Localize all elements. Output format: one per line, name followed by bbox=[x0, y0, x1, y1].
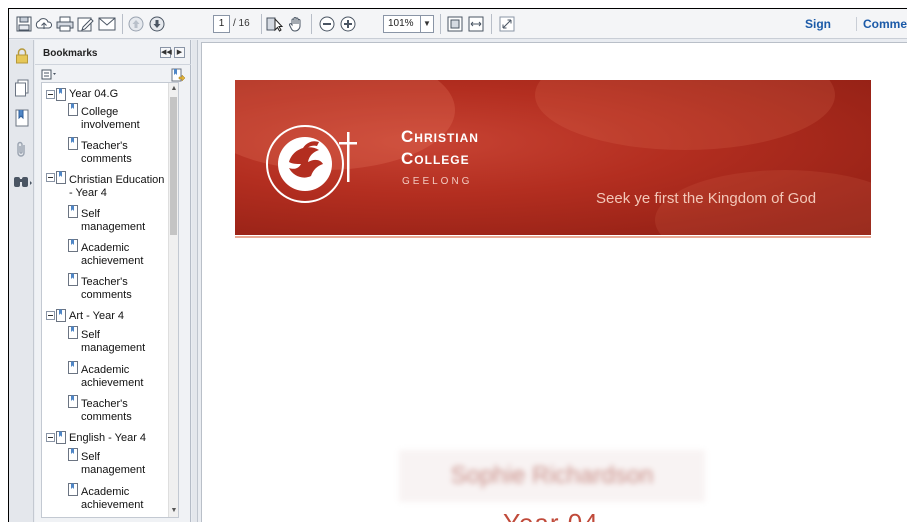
bookmark-label: Teacher's comments bbox=[81, 398, 132, 423]
comment-button[interactable]: Comment bbox=[856, 17, 907, 31]
save-icon[interactable] bbox=[15, 14, 33, 34]
panel-splitter[interactable] bbox=[192, 40, 198, 522]
collapse-toggle-icon[interactable] bbox=[46, 173, 55, 186]
bookmark-icon bbox=[68, 326, 79, 343]
collapse-toggle-icon[interactable] bbox=[46, 311, 55, 324]
zoom-out-icon[interactable] bbox=[318, 14, 336, 34]
collapse-toggle-icon[interactable] bbox=[46, 90, 55, 103]
email-icon[interactable] bbox=[98, 14, 116, 34]
zoom-in-icon[interactable] bbox=[339, 14, 357, 34]
tree-scrollbar[interactable]: ▲ ▼ bbox=[168, 83, 178, 517]
fit-width-icon[interactable] bbox=[467, 14, 485, 34]
bookmark-label: Teacher's comments bbox=[81, 276, 132, 301]
bookmark-label: English - Year 4 bbox=[69, 432, 147, 444]
document-page: Christian College GEELONG Seek ye first … bbox=[201, 42, 907, 522]
bookmark-icon bbox=[68, 137, 79, 154]
bookmark-label: Teacher's comments bbox=[81, 140, 132, 165]
print-icon[interactable] bbox=[56, 14, 74, 34]
scrollbar-thumb[interactable] bbox=[170, 97, 177, 235]
fit-page-icon[interactable] bbox=[446, 14, 464, 34]
bookmark-label: Academic achievement bbox=[81, 486, 144, 511]
lock-icon[interactable] bbox=[12, 46, 32, 66]
document-area[interactable]: Christian College GEELONG Seek ye first … bbox=[199, 40, 907, 522]
bookmark-label: Year 04.G bbox=[69, 88, 119, 100]
zoom-dropdown-button[interactable]: ▼ bbox=[420, 15, 434, 33]
bookmark-label: Self management bbox=[81, 451, 146, 476]
scroll-down-icon[interactable]: ▼ bbox=[169, 505, 178, 517]
navigation-rail bbox=[9, 40, 34, 522]
bookmark-icon bbox=[56, 171, 67, 188]
bookmark-label: Academic achievement bbox=[81, 242, 144, 267]
hand-icon[interactable] bbox=[287, 14, 305, 34]
college-name-line2: College bbox=[401, 149, 470, 168]
bookmark-icon bbox=[56, 309, 67, 326]
bookmark-icon bbox=[56, 431, 67, 448]
bookmarks-panel: Bookmarks ◀◀ ▶ Year 04.G College involve… bbox=[35, 40, 191, 522]
scroll-up-icon[interactable]: ▲ bbox=[169, 83, 178, 95]
banner-divider bbox=[235, 236, 871, 238]
college-location: GEELONG bbox=[402, 176, 473, 187]
fullscreen-icon[interactable] bbox=[498, 14, 516, 34]
bookmarks-icon[interactable] bbox=[12, 108, 32, 128]
college-motto: Seek ye first the Kingdom of God bbox=[596, 190, 817, 207]
attachments-icon[interactable] bbox=[12, 140, 32, 160]
bookmark-icon bbox=[68, 103, 79, 120]
page-down-icon[interactable] bbox=[148, 14, 166, 34]
edit-icon[interactable] bbox=[77, 14, 95, 34]
college-name-line1: Christian bbox=[401, 127, 479, 146]
sign-button[interactable]: Sign bbox=[805, 17, 831, 31]
panel-title: Bookmarks bbox=[43, 48, 98, 59]
select-icon[interactable] bbox=[266, 14, 284, 34]
bookmark-label: Self management bbox=[81, 208, 146, 233]
bookmark-icon bbox=[68, 395, 79, 412]
bookmark-label: Academic achievement bbox=[81, 364, 144, 389]
bookmark-icon bbox=[68, 483, 79, 500]
zoom-level-input[interactable]: 101% bbox=[383, 15, 421, 33]
collapse-panel-button[interactable]: ◀◀ bbox=[160, 47, 172, 58]
expand-panel-button[interactable]: ▶ bbox=[174, 47, 185, 58]
toolbar: 1 / 16 101% ▼ Sign Comment bbox=[9, 9, 907, 39]
bookmark-icon bbox=[68, 239, 79, 256]
bookmark-icon bbox=[68, 361, 79, 378]
student-name: Sophie Richardson bbox=[399, 450, 705, 502]
bookmark-label: College involvement bbox=[81, 106, 140, 131]
bookmark-icon bbox=[56, 88, 67, 105]
pages-icon[interactable] bbox=[12, 78, 32, 98]
college-logo-icon bbox=[266, 125, 357, 203]
pdf-viewer-window: 1 / 16 101% ▼ Sign Comment bbox=[8, 8, 907, 522]
bookmark-icon bbox=[68, 448, 79, 465]
bookmark-label: Self management bbox=[81, 329, 146, 354]
upload-icon[interactable] bbox=[35, 14, 53, 34]
collapse-toggle-icon[interactable] bbox=[46, 433, 55, 446]
search-icon[interactable] bbox=[12, 172, 34, 192]
page-up-icon[interactable] bbox=[127, 14, 145, 34]
college-banner: Christian College GEELONG Seek ye first … bbox=[235, 80, 871, 235]
bookmark-icon bbox=[68, 205, 79, 222]
page-number-input[interactable]: 1 bbox=[213, 15, 230, 33]
bookmark-icon bbox=[68, 273, 79, 290]
page-total: / 16 bbox=[233, 18, 250, 29]
panel-toolbar bbox=[35, 64, 191, 84]
year-heading: Year 04 bbox=[503, 508, 599, 522]
bookmark-label: Art - Year 4 bbox=[69, 310, 125, 322]
bookmark-tree: Year 04.G College involvement Teacher's … bbox=[41, 82, 179, 518]
bookmark-label: Christian Education - Year 4 bbox=[69, 174, 165, 199]
